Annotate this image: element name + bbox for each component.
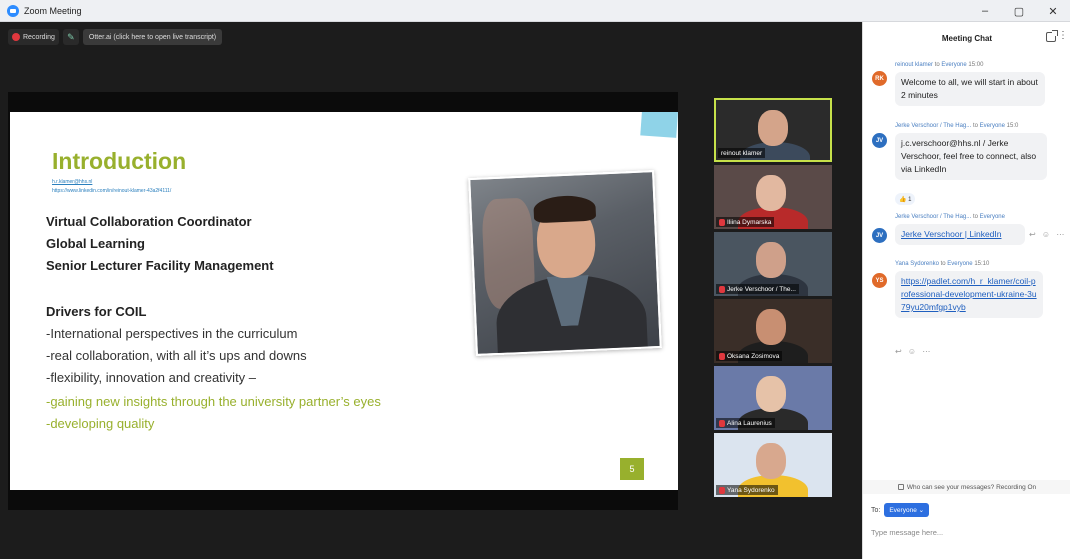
- mic-muted-icon: [719, 486, 725, 494]
- participant-name: Yana Sydorenko: [716, 485, 778, 495]
- participant-name: reinout klamer: [718, 148, 766, 158]
- mic-muted-icon: [719, 419, 725, 427]
- message-bubble: https://padlet.com/h_r_klamer/coil-profe…: [895, 271, 1043, 318]
- shared-screen: Introduction h.r.klamer@hhs.nl https://w…: [8, 92, 678, 510]
- participant-tile[interactable]: Yana Sydorenko: [714, 433, 832, 497]
- mic-muted-icon: [719, 352, 725, 360]
- driver-item: -International perspectives in the curri…: [46, 326, 298, 341]
- driver-item: -developing quality: [46, 416, 155, 431]
- to-label: To:: [871, 506, 881, 514]
- slide-decoration: [640, 112, 678, 138]
- participant-tile[interactable]: Iliina Dymarska: [714, 165, 832, 229]
- driver-item: -flexibility, innovation and creativity …: [46, 370, 257, 385]
- recording-label: Recording: [23, 33, 55, 41]
- message-meta: Yana Sydorenko to Everyone 15:10: [895, 261, 990, 267]
- driver-item: -gaining new insights through the univer…: [46, 394, 381, 409]
- avatar: JV: [872, 133, 887, 148]
- meeting-topbar: Recording ✎ Otter.ai (click here to open…: [8, 28, 223, 46]
- otter-transcript-button[interactable]: Otter.ai (click here to open live transc…: [82, 29, 223, 45]
- recipient-row: To: Everyone ⌄: [871, 503, 930, 517]
- zoom-logo-icon: [7, 4, 19, 17]
- presentation-slide: Introduction h.r.klamer@hhs.nl https://w…: [10, 112, 678, 490]
- padlet-link[interactable]: https://padlet.com/h_r_klamer/coil-profe…: [901, 276, 1037, 312]
- reaction-badge[interactable]: 👍 1: [895, 193, 916, 205]
- minimize-button[interactable]: –: [968, 0, 1002, 22]
- meeting-area: Recording ✎ Otter.ai (click here to open…: [0, 22, 862, 559]
- window-title: Zoom Meeting: [24, 5, 82, 16]
- message-bubble: j.c.verschoor@hhs.nl / Jerke Verschoor, …: [895, 133, 1047, 180]
- participant-tile[interactable]: reinout klamer: [714, 98, 832, 162]
- avatar: YS: [872, 273, 887, 288]
- close-button[interactable]: ✕: [1036, 0, 1070, 22]
- slide-role: Senior Lecturer Facility Management: [46, 258, 274, 273]
- more-options-icon[interactable]: ⋮: [1058, 30, 1068, 41]
- message-actions[interactable]: ↩ ☺ ⋯: [1029, 230, 1066, 239]
- recording-indicator[interactable]: Recording: [8, 29, 59, 45]
- drivers-heading: Drivers for COIL: [46, 304, 147, 319]
- maximize-button[interactable]: ▢: [1002, 0, 1036, 22]
- participant-name: Iliina Dymarska: [716, 217, 775, 227]
- participant-name: Alina Laurenius: [716, 418, 775, 428]
- presenter-photo: [468, 170, 662, 356]
- info-icon: [897, 484, 904, 490]
- mic-muted-icon: [719, 285, 725, 293]
- meeting-chat-panel: Meeting Chat ⋮ RK reinout klamer to Ever…: [862, 22, 1070, 559]
- avatar: RK: [872, 71, 887, 86]
- window-title-bar: Zoom Meeting – ▢ ✕: [0, 0, 1070, 22]
- message-meta: reinout klamer to Everyone 15:00: [895, 62, 984, 68]
- message-bubble: Welcome to all, we will start in about 2…: [895, 72, 1045, 106]
- slide-email-link: h.r.klamer@hhs.nl: [52, 179, 93, 185]
- linkedin-link[interactable]: Jerke Verschoor | LinkedIn: [901, 229, 1002, 239]
- message-meta: Jerke Verschoor / The Hag... to Everyone…: [895, 123, 1019, 129]
- slide-title: Introduction: [52, 148, 187, 174]
- slide-role: Global Learning: [46, 236, 145, 251]
- chat-input[interactable]: Type message here...: [871, 528, 943, 537]
- participant-tile[interactable]: Alina Laurenius: [714, 366, 832, 430]
- recording-dot-icon: [12, 33, 20, 41]
- participant-tile[interactable]: Jerke Verschoor / The...: [714, 232, 832, 296]
- otter-icon[interactable]: ✎: [62, 29, 79, 45]
- chat-title: Meeting Chat: [941, 33, 993, 43]
- recipient-dropdown[interactable]: Everyone ⌄: [884, 503, 930, 517]
- slide-linkedin-link: https://www.linkedin.com/in/reinout-klam…: [52, 188, 172, 194]
- participant-name: Oksana Zosimova: [716, 351, 783, 361]
- message-actions[interactable]: ↩ ☺ ⋯: [895, 347, 932, 356]
- mic-muted-icon: [719, 218, 725, 226]
- message-bubble: Jerke Verschoor | LinkedIn: [895, 224, 1025, 245]
- slide-page-number: 5: [620, 458, 644, 480]
- slide-role: Virtual Collaboration Coordinator: [46, 214, 252, 229]
- driver-item: -real collaboration, with all it’s ups a…: [46, 348, 307, 363]
- message-meta: Jerke Verschoor / The Hag... to Everyone: [895, 214, 1005, 220]
- message-visibility-note[interactable]: Who can see your messages? Recording On: [863, 480, 1070, 494]
- participant-tile[interactable]: Oksana Zosimova: [714, 299, 832, 363]
- window-controls: – ▢ ✕: [968, 0, 1070, 22]
- participant-name: Jerke Verschoor / The...: [716, 284, 799, 294]
- popout-icon[interactable]: [1046, 30, 1058, 42]
- avatar: JV: [872, 228, 887, 243]
